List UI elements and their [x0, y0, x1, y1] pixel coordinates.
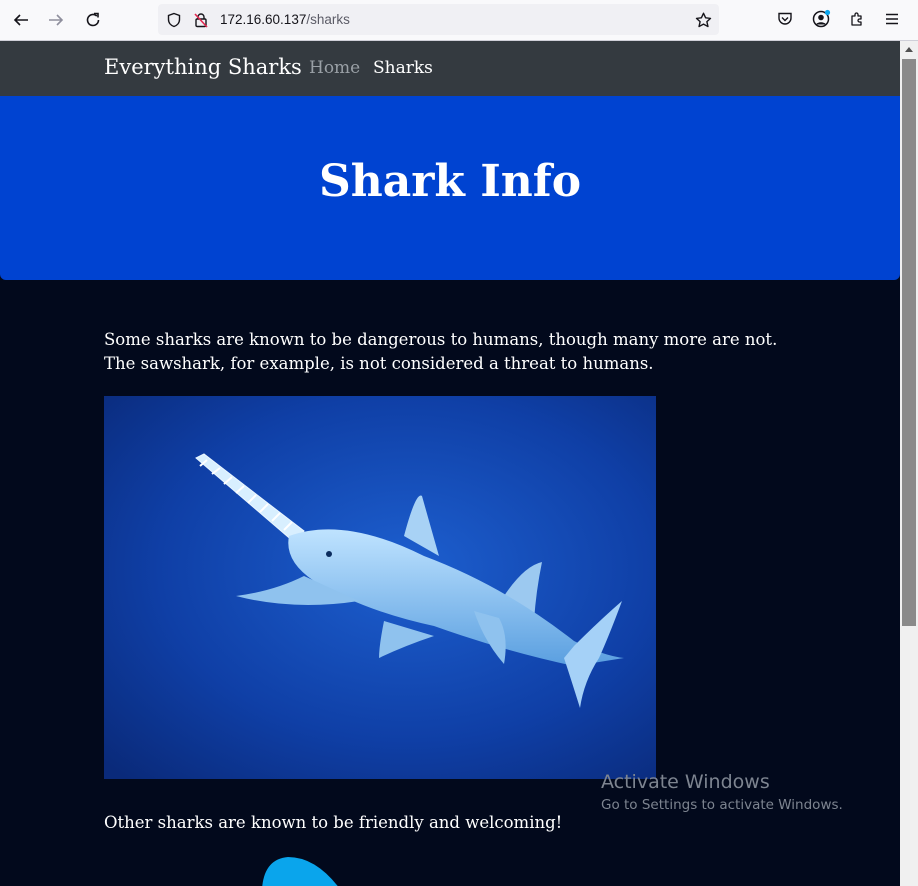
web-page: Everything Sharks Home Sharks Shark Info… [0, 41, 900, 886]
url-path: /sharks [306, 12, 350, 27]
sawshark-image [104, 396, 656, 779]
scrollbar-thumb[interactable] [902, 59, 916, 626]
account-icon[interactable] [811, 9, 831, 29]
site-brand[interactable]: Everything Sharks [104, 55, 302, 79]
url-text[interactable]: 172.16.60.137/sharks [220, 12, 350, 27]
url-host: 172.16.60.137 [220, 12, 307, 27]
hero-banner: Shark Info [0, 96, 900, 280]
scroll-up-arrow-icon[interactable] [900, 41, 918, 57]
friendly-paragraph: Other sharks are known to be friendly an… [104, 813, 563, 832]
nav-link-sharks[interactable]: Sharks [373, 58, 433, 78]
pocket-icon[interactable] [775, 9, 795, 29]
vertical-scrollbar[interactable] [900, 41, 918, 886]
browser-toolbar: 172.16.60.137/sharks [0, 0, 918, 41]
nav-link-home[interactable]: Home [309, 58, 360, 78]
menu-icon[interactable] [882, 9, 902, 29]
forward-arrow-icon[interactable] [43, 8, 69, 32]
shield-icon[interactable] [165, 11, 183, 29]
back-arrow-icon[interactable] [8, 8, 34, 32]
reload-icon[interactable] [80, 8, 106, 32]
site-navbar: Everything Sharks Home Sharks [0, 41, 900, 96]
url-bar[interactable]: 172.16.60.137/sharks [158, 4, 719, 35]
insecure-lock-icon[interactable] [192, 11, 210, 29]
intro-paragraph: Some sharks are known to be dangerous to… [104, 330, 778, 373]
extensions-icon[interactable] [847, 9, 867, 29]
activate-windows-subtitle: Go to Settings to activate Windows. [601, 797, 843, 813]
star-icon[interactable] [694, 11, 712, 29]
activate-windows-title: Activate Windows [601, 771, 770, 793]
shark-fin-image [262, 857, 338, 886]
page-title: Shark Info [318, 156, 582, 207]
